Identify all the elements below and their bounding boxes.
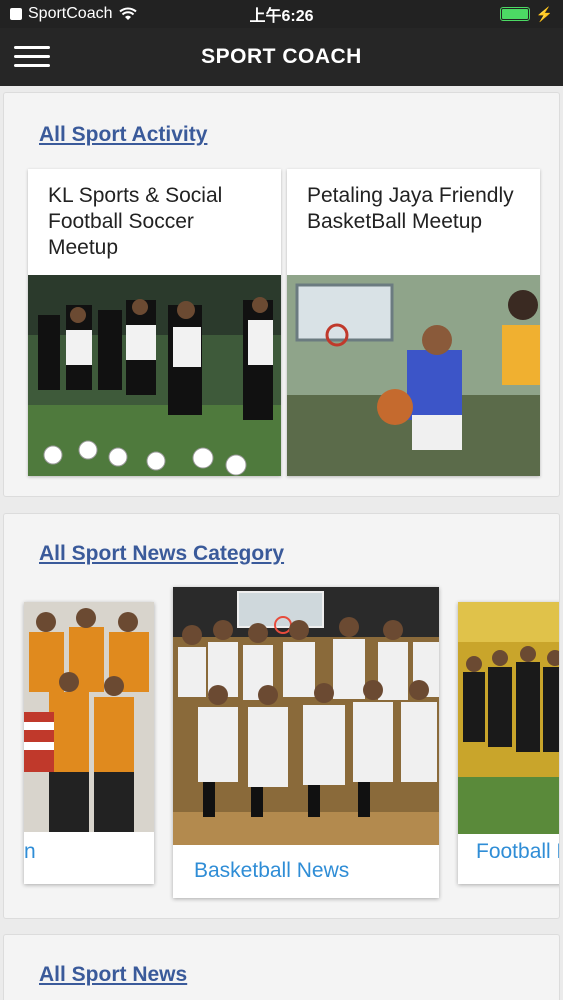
basketball-player-photo	[287, 275, 540, 476]
news-category-label: Basketball News	[194, 859, 350, 882]
news-category-card[interactable]: n	[24, 602, 154, 884]
news-section: All Sport News	[3, 934, 560, 1000]
app-title: SPORT COACH	[201, 45, 362, 68]
all-sport-activity-link[interactable]: All Sport Activity	[39, 123, 207, 147]
news-category-section: All Sport News Category n Basketball New…	[3, 513, 560, 919]
charging-icon: ⚡	[535, 5, 553, 22]
activity-section: All Sport Activity KL Sports & Social Fo…	[3, 92, 560, 497]
app-bar: SPORT COACH	[0, 28, 563, 86]
carrier-name: SportCoach	[28, 5, 113, 22]
activity-card-basketball[interactable]: Petaling Jaya Friendly BasketBall Meetup	[287, 169, 540, 476]
news-category-label: Football N	[476, 840, 559, 863]
status-left: SportCoach	[10, 5, 137, 23]
activity-card-title: Petaling Jaya Friendly BasketBall Meetup	[307, 184, 514, 233]
battery-icon	[499, 7, 530, 21]
football-match-photo	[458, 602, 559, 834]
news-category-card-football[interactable]: Football N	[458, 602, 559, 884]
signal-icon	[10, 8, 22, 20]
athletes-photo	[24, 602, 154, 832]
football-team-photo	[28, 275, 281, 476]
all-sport-news-link[interactable]: All Sport News	[39, 963, 187, 987]
wifi-icon	[118, 7, 137, 20]
activity-card-title: KL Sports & Social Football Soccer Meetu…	[48, 184, 223, 259]
news-category-card-basketball[interactable]: Basketball News	[173, 587, 439, 898]
status-right: ⚡	[499, 5, 553, 23]
status-bar: SportCoach 上午6:26 ⚡	[0, 0, 563, 28]
basketball-team-photo	[173, 587, 439, 845]
activity-card-football[interactable]: KL Sports & Social Football Soccer Meetu…	[28, 169, 281, 476]
all-sport-news-category-link[interactable]: All Sport News Category	[39, 542, 284, 566]
news-category-label: n	[24, 840, 36, 863]
